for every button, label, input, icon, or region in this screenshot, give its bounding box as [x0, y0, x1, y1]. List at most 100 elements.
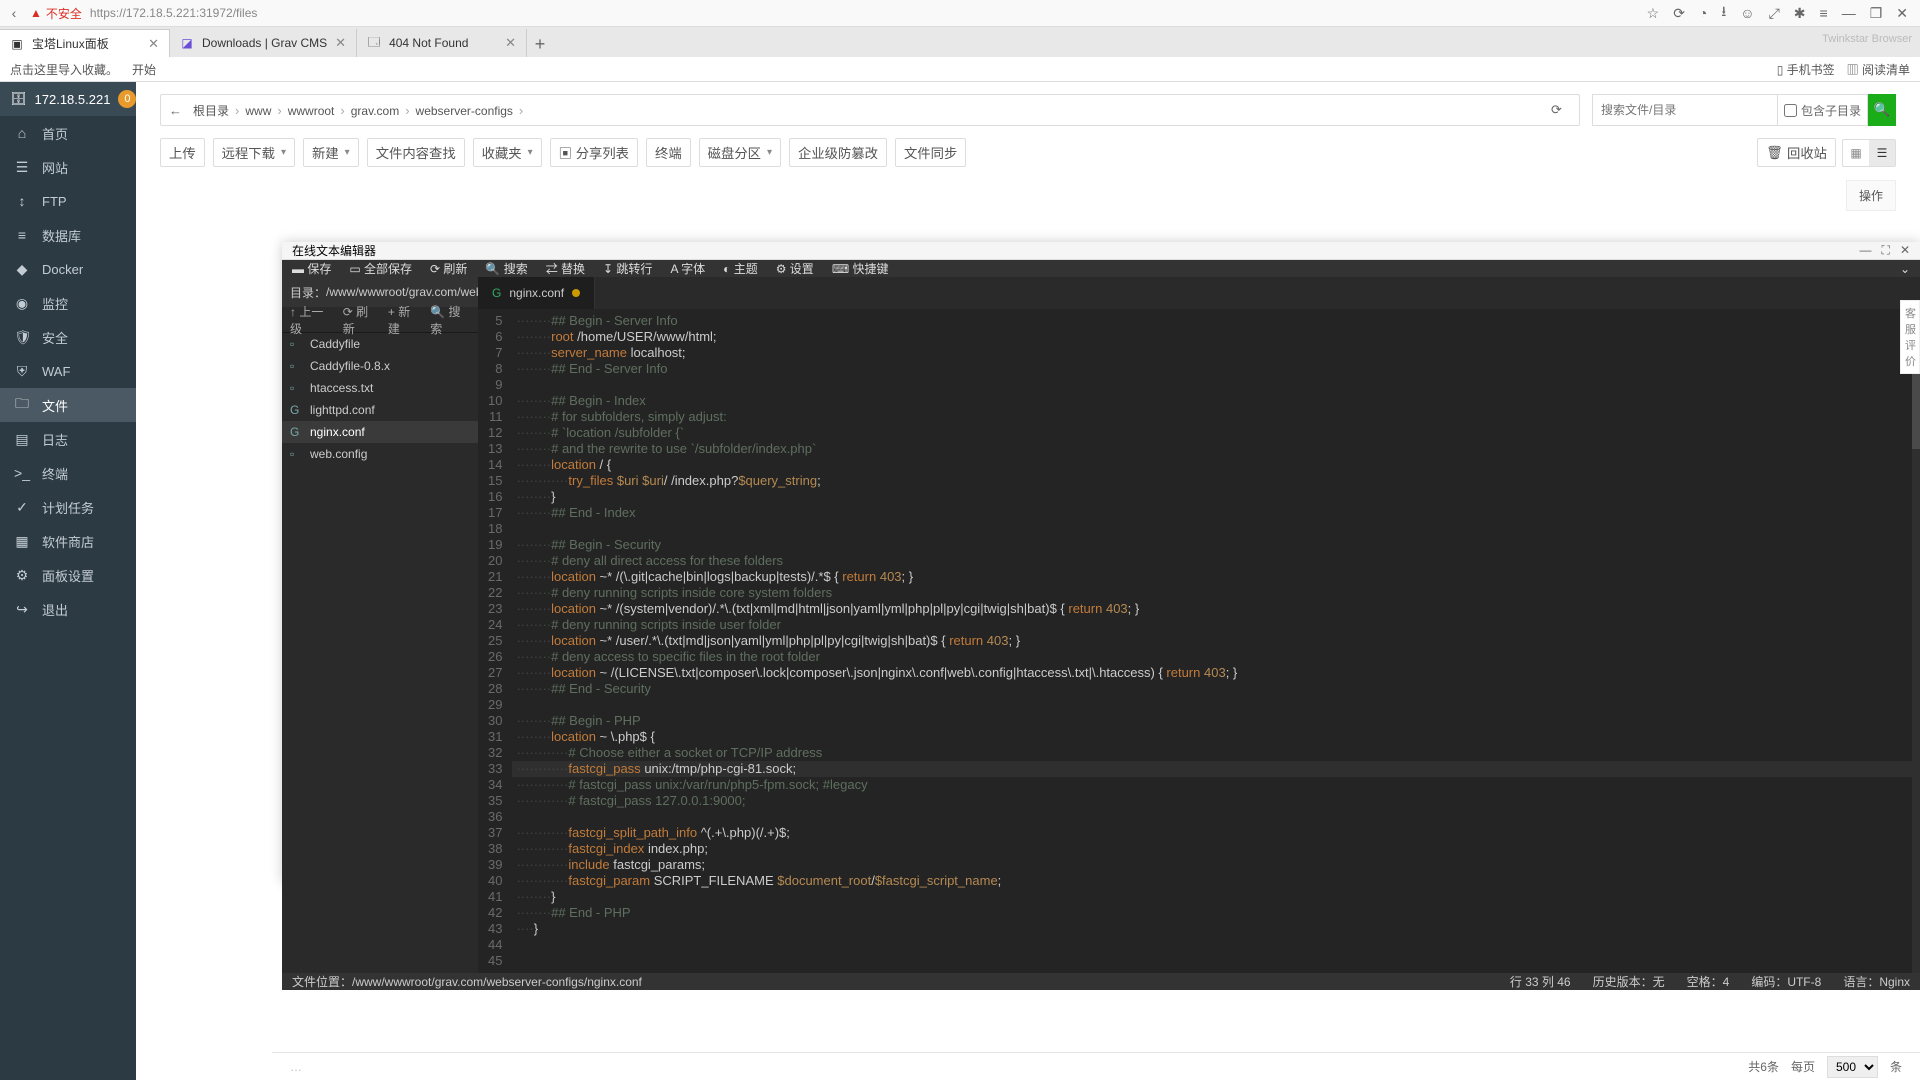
crumb[interactable]: wwwroot	[288, 104, 335, 118]
import-bookmarks-link[interactable]: 点击这里导入收藏。	[10, 61, 118, 78]
reading-list[interactable]: ▥ 阅读清单	[1847, 61, 1910, 78]
star-icon[interactable]: ☆	[1647, 5, 1660, 22]
browser-tab[interactable]: ▣宝塔Linux面板✕	[0, 29, 170, 57]
editor-vscrollbar[interactable]	[1912, 309, 1920, 973]
tree-file[interactable]: Glighttpd.conf	[282, 399, 478, 421]
nav-文件[interactable]: 🗀文件	[0, 388, 136, 422]
win-min-icon[interactable]: —	[1842, 5, 1856, 21]
path-refresh-icon[interactable]: ⟳	[1551, 102, 1571, 118]
crumb[interactable]: webserver-configs	[416, 104, 513, 118]
nav-网站[interactable]: ☰网站	[0, 150, 136, 184]
bookmark-start[interactable]: 开始	[132, 61, 156, 78]
toolbar-收藏夹[interactable]: 收藏夹	[473, 138, 542, 167]
nav-监控[interactable]: ◉监控	[0, 286, 136, 320]
include-subdir-checkbox[interactable]: 包含子目录	[1778, 94, 1868, 126]
reload-icon[interactable]: ⟳	[1673, 5, 1685, 22]
editor-tb-主题[interactable]: ◐ 主题	[723, 260, 758, 277]
user-icon[interactable]: ☺	[1740, 5, 1754, 21]
browser-tab[interactable]: 🗔404 Not Found✕	[357, 29, 527, 57]
tree-tool-新建[interactable]: + 新建	[388, 303, 420, 337]
nav-WAF[interactable]: ⛨WAF	[0, 354, 136, 388]
nav-icon: ≡	[14, 227, 30, 243]
nav-数据库[interactable]: ≡数据库	[0, 218, 136, 252]
search-input[interactable]	[1592, 94, 1778, 126]
tree-tool-上一级[interactable]: ↑ 上一级	[290, 303, 333, 337]
tab-close-icon[interactable]: ✕	[148, 36, 159, 52]
browser-tab[interactable]: ◪Downloads | Grav CMS✕	[170, 29, 357, 57]
editor-toolbar: ▬ 保存 ▭ 全部保存 ⟳ 刷新 🔍 搜索 ⇄ 替换 ↧ 跳转行 A 字体 ◐ 主题 ⚙ 设置 ⌨…	[282, 260, 1920, 277]
tree-file[interactable]: ▫htaccess.txt	[282, 377, 478, 399]
menu-icon[interactable]: ≡	[1820, 5, 1828, 21]
file-name: lighttpd.conf	[310, 403, 375, 417]
toolbar-远程下载[interactable]: 远程下载	[213, 138, 295, 167]
toolbar-分享列表[interactable]: ▣ 分享列表	[550, 138, 638, 167]
win-max-icon[interactable]: ❐	[1870, 5, 1883, 22]
nav-计划任务[interactable]: ✓计划任务	[0, 490, 136, 524]
editor-min-icon[interactable]: —	[1860, 243, 1872, 258]
editor-tb-跳转行[interactable]: ↧ 跳转行	[603, 260, 652, 277]
url-text[interactable]: https://172.18.5.221:31972/files	[90, 6, 1639, 20]
nav-首页[interactable]: ⌂首页	[0, 116, 136, 150]
toolbar-终端[interactable]: 终端	[646, 138, 691, 167]
list-view-icon[interactable]: ☰	[1869, 140, 1895, 166]
nav-安全[interactable]: 🛡安全	[0, 320, 136, 354]
nav-退出[interactable]: ↪退出	[0, 592, 136, 626]
editor-tb-保存[interactable]: ▬ 保存	[292, 260, 331, 277]
tree-file[interactable]: ▫web.config	[282, 443, 478, 465]
win-close-icon[interactable]: ✕	[1896, 5, 1908, 22]
editor-tb-字体[interactable]: A 字体	[670, 260, 705, 277]
download-icon[interactable]: ⭳	[1721, 1, 1726, 25]
tree-tool-刷新[interactable]: ⟳ 刷新	[343, 303, 378, 337]
editor-tb-刷新[interactable]: ⟳ 刷新	[430, 260, 467, 277]
crumb[interactable]: www	[245, 104, 271, 118]
recycle-bin-button[interactable]: 🗑 回收站	[1757, 138, 1836, 167]
nav-label: FTP	[42, 194, 67, 209]
editor-tb-搜索[interactable]: 🔍 搜索	[485, 260, 527, 277]
toolbar-上传[interactable]: 上传	[160, 138, 205, 167]
nav-icon: ▦	[14, 533, 30, 550]
extensions-icon[interactable]: ✱	[1794, 5, 1806, 22]
tree-tool-搜索[interactable]: 🔍 搜索	[430, 303, 470, 337]
nav-终端[interactable]: >_终端	[0, 456, 136, 490]
tab-close-icon[interactable]: ✕	[335, 35, 346, 51]
mobile-bookmarks[interactable]: ▯ 手机书签	[1777, 61, 1835, 78]
nav-back-icon[interactable]: ‹	[6, 5, 22, 21]
nav-软件商店[interactable]: ▦软件商店	[0, 524, 136, 558]
nav-面板设置[interactable]: ⚙面板设置	[0, 558, 136, 592]
editor-close-icon[interactable]: ✕	[1900, 243, 1910, 258]
editor-tb-more-icon[interactable]: ⌄	[1900, 262, 1910, 276]
notification-badge[interactable]: 0	[118, 90, 136, 108]
editor-tb-全部保存[interactable]: ▭ 全部保存	[349, 260, 412, 277]
path-back-icon[interactable]: ←	[169, 103, 189, 118]
view-switch[interactable]: ▦☰	[1842, 139, 1896, 167]
clock-icon[interactable]: ◔	[1699, 5, 1707, 21]
nav-FTP[interactable]: ↕FTP	[0, 184, 136, 218]
code-scroll[interactable]: 5678910111213141516171819202122232425262…	[478, 309, 1920, 973]
editor-tb-设置[interactable]: ⚙ 设置	[776, 260, 814, 277]
tree-file[interactable]: Gnginx.conf	[282, 421, 478, 443]
crumb[interactable]: grav.com	[351, 104, 399, 118]
help-float[interactable]: 客服评价	[1900, 300, 1920, 374]
search-button[interactable]: 🔍	[1868, 94, 1896, 126]
toolbar-磁盘分区[interactable]: 磁盘分区	[699, 138, 781, 167]
nav-日志[interactable]: ▤日志	[0, 422, 136, 456]
toolbar-企业级防篡改[interactable]: 企业级防篡改	[789, 138, 887, 167]
tab-close-icon[interactable]: ✕	[505, 35, 516, 51]
toolbar-文件内容查找[interactable]: 文件内容查找	[367, 138, 465, 167]
per-page-select[interactable]: 500	[1827, 1056, 1878, 1078]
toolbar-新建[interactable]: 新建	[303, 138, 359, 167]
tree-file[interactable]: ▫Caddyfile-0.8.x	[282, 355, 478, 377]
tree-file[interactable]: ▫Caddyfile	[282, 333, 478, 355]
crumb-sep-icon: ›	[277, 103, 281, 118]
editor-tb-替换[interactable]: ⇄ 替换	[546, 260, 585, 277]
editor-tb-快捷键[interactable]: ⌨ 快捷键	[832, 260, 889, 277]
editor-tab[interactable]: G nginx.conf	[478, 277, 595, 309]
new-tab-button[interactable]: +	[527, 31, 553, 57]
toolbar-文件同步[interactable]: 文件同步	[895, 138, 966, 167]
nav-Docker[interactable]: ◆Docker	[0, 252, 136, 286]
editor-max-icon[interactable]: ⛶	[1882, 243, 1890, 258]
grid-view-icon[interactable]: ▦	[1843, 140, 1869, 166]
crop-icon[interactable]: ⤢	[1769, 5, 1780, 22]
crumb[interactable]: 根目录	[193, 104, 229, 118]
tab-label: 宝塔Linux面板	[32, 35, 109, 52]
